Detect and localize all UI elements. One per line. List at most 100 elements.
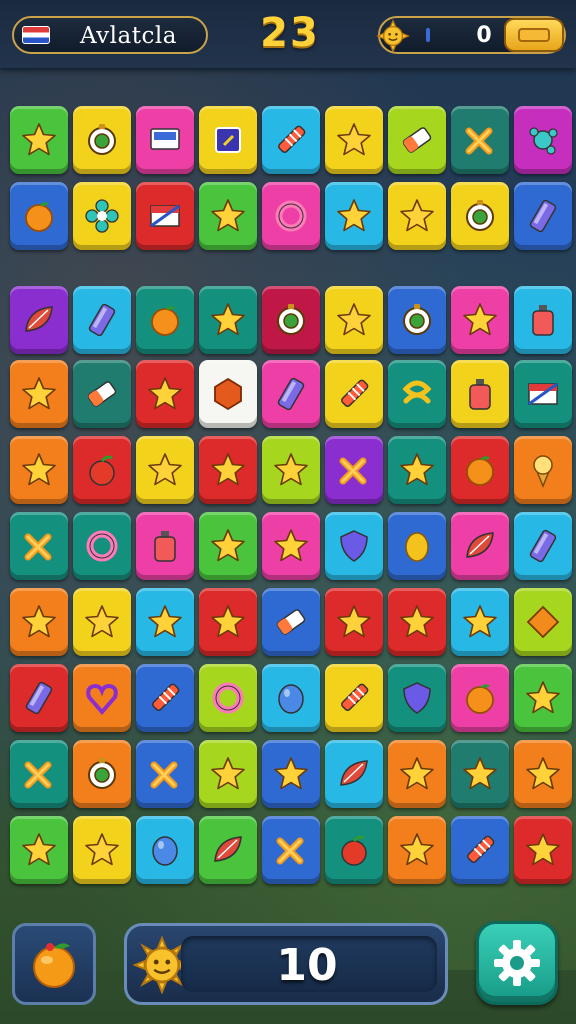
tile[interactable] bbox=[514, 286, 572, 354]
tile[interactable] bbox=[10, 106, 68, 174]
tile[interactable] bbox=[136, 286, 194, 354]
tile[interactable] bbox=[514, 106, 572, 174]
tile[interactable] bbox=[199, 106, 257, 174]
tile[interactable] bbox=[136, 182, 194, 250]
tile[interactable] bbox=[514, 182, 572, 250]
tile[interactable] bbox=[325, 816, 383, 884]
tile[interactable] bbox=[199, 740, 257, 808]
tile[interactable] bbox=[73, 286, 131, 354]
tile[interactable] bbox=[262, 106, 320, 174]
tile[interactable] bbox=[388, 106, 446, 174]
tile[interactable] bbox=[514, 360, 572, 428]
tile[interactable] bbox=[73, 436, 131, 504]
cross-icon bbox=[150, 761, 178, 789]
tile[interactable] bbox=[514, 740, 572, 808]
compass-icon bbox=[466, 200, 494, 231]
tile[interactable] bbox=[136, 740, 194, 808]
tile[interactable] bbox=[73, 740, 131, 808]
tile[interactable] bbox=[388, 360, 446, 428]
tile[interactable] bbox=[136, 588, 194, 656]
tile[interactable] bbox=[325, 106, 383, 174]
booster-orange-button[interactable] bbox=[12, 923, 96, 1005]
tile[interactable] bbox=[514, 588, 572, 656]
tile[interactable] bbox=[10, 740, 68, 808]
tile[interactable] bbox=[325, 664, 383, 732]
tile[interactable] bbox=[451, 106, 509, 174]
tile[interactable] bbox=[73, 816, 131, 884]
tile[interactable] bbox=[262, 740, 320, 808]
tile[interactable] bbox=[325, 740, 383, 808]
tile[interactable] bbox=[514, 436, 572, 504]
flag-icon bbox=[528, 382, 558, 406]
tile[interactable] bbox=[10, 182, 68, 250]
tile[interactable] bbox=[262, 588, 320, 656]
tile[interactable] bbox=[262, 436, 320, 504]
tile[interactable] bbox=[73, 588, 131, 656]
compass-icon bbox=[277, 304, 305, 335]
leaf-icon bbox=[25, 306, 53, 332]
tile[interactable] bbox=[262, 664, 320, 732]
settings-button[interactable] bbox=[476, 921, 558, 1005]
tile[interactable] bbox=[451, 740, 509, 808]
tile[interactable] bbox=[73, 360, 131, 428]
tile[interactable] bbox=[199, 286, 257, 354]
star-icon bbox=[211, 529, 245, 562]
tile[interactable] bbox=[10, 286, 68, 354]
tile[interactable] bbox=[199, 512, 257, 580]
tile[interactable] bbox=[73, 664, 131, 732]
tile[interactable] bbox=[262, 512, 320, 580]
tile[interactable] bbox=[388, 816, 446, 884]
tile[interactable] bbox=[325, 436, 383, 504]
tile[interactable] bbox=[73, 182, 131, 250]
tile[interactable] bbox=[325, 588, 383, 656]
tile[interactable] bbox=[451, 360, 509, 428]
tile[interactable] bbox=[10, 588, 68, 656]
tile[interactable] bbox=[451, 436, 509, 504]
tile[interactable] bbox=[514, 512, 572, 580]
tile[interactable] bbox=[262, 816, 320, 884]
tile[interactable] bbox=[10, 512, 68, 580]
tile[interactable] bbox=[451, 588, 509, 656]
tile[interactable] bbox=[325, 512, 383, 580]
tile[interactable] bbox=[10, 360, 68, 428]
tile[interactable] bbox=[199, 182, 257, 250]
tile[interactable] bbox=[262, 286, 320, 354]
tile[interactable] bbox=[451, 286, 509, 354]
tile[interactable] bbox=[199, 360, 257, 428]
tile[interactable] bbox=[325, 286, 383, 354]
tile[interactable] bbox=[136, 664, 194, 732]
tile[interactable] bbox=[325, 360, 383, 428]
tile[interactable] bbox=[199, 588, 257, 656]
tile[interactable] bbox=[199, 436, 257, 504]
tile[interactable] bbox=[10, 664, 68, 732]
tile[interactable] bbox=[388, 512, 446, 580]
tile[interactable] bbox=[199, 664, 257, 732]
tile[interactable] bbox=[10, 816, 68, 884]
tile[interactable] bbox=[388, 286, 446, 354]
tile[interactable] bbox=[325, 182, 383, 250]
tile[interactable] bbox=[514, 816, 572, 884]
tile[interactable] bbox=[388, 436, 446, 504]
tile[interactable] bbox=[136, 512, 194, 580]
tile[interactable] bbox=[73, 106, 131, 174]
tile[interactable] bbox=[451, 512, 509, 580]
tile[interactable] bbox=[262, 360, 320, 428]
tile[interactable] bbox=[388, 664, 446, 732]
tile[interactable] bbox=[136, 436, 194, 504]
tile[interactable] bbox=[451, 816, 509, 884]
tile[interactable] bbox=[199, 816, 257, 884]
tile[interactable] bbox=[73, 512, 131, 580]
tile[interactable] bbox=[136, 816, 194, 884]
tile[interactable] bbox=[388, 588, 446, 656]
tile[interactable] bbox=[388, 740, 446, 808]
tile[interactable] bbox=[514, 664, 572, 732]
icecream-icon bbox=[533, 455, 553, 488]
tile[interactable] bbox=[262, 182, 320, 250]
tile[interactable] bbox=[10, 436, 68, 504]
tile[interactable] bbox=[451, 182, 509, 250]
tile[interactable] bbox=[388, 182, 446, 250]
tile[interactable] bbox=[136, 360, 194, 428]
ring-icon bbox=[275, 200, 307, 232]
tile[interactable] bbox=[136, 106, 194, 174]
tile[interactable] bbox=[451, 664, 509, 732]
